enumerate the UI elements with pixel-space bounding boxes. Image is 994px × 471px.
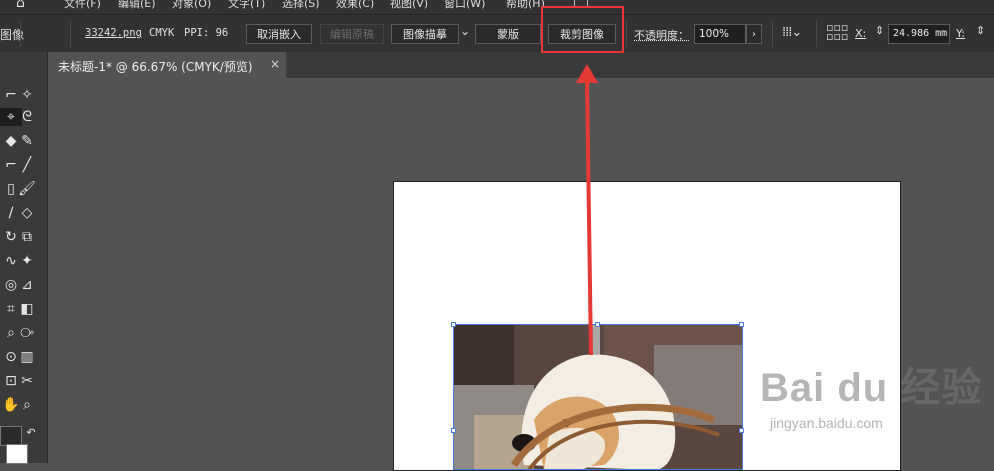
paintbrush-icon[interactable]: 🖌 xyxy=(16,180,38,198)
perspective-grid-icon[interactable]: ⊿ xyxy=(16,276,38,294)
menu-edit[interactable]: 编辑(E) xyxy=(118,0,156,11)
eraser-icon[interactable]: ◇ xyxy=(16,204,38,222)
slice-tool-icon[interactable]: ✂ xyxy=(16,372,38,390)
resize-handle[interactable] xyxy=(451,322,456,327)
annotation-highlight-box xyxy=(541,6,624,53)
control-bar: 图像 33242.png CMYK PPI: 96 取消嵌入 编辑原稿 图像描摹… xyxy=(0,14,994,54)
gradient-icon[interactable]: ◧ xyxy=(16,300,38,318)
document-tab-bar: 未标题-1* @ 66.67% (CMYK/预览) × xyxy=(48,52,994,78)
annotation-arrow xyxy=(576,64,598,356)
color-mode: CMYK xyxy=(149,27,175,39)
zoom-icon[interactable]: ⌕ xyxy=(16,396,38,414)
baidu-watermark: Bai du 经验 jingyan.baidu.com xyxy=(760,355,983,431)
blend-icon[interactable]: ⧂ xyxy=(16,324,38,342)
unembed-button[interactable]: 取消嵌入 xyxy=(246,24,312,44)
x-stepper-icon[interactable]: ⇕ xyxy=(875,24,884,37)
puppet-warp-icon[interactable]: ✦ xyxy=(16,252,38,270)
opacity-field[interactable]: 100% xyxy=(694,24,746,44)
x-label: X: xyxy=(855,27,867,40)
menu-effect[interactable]: 效果(C) xyxy=(336,0,374,11)
x-position-field[interactable]: 24.986 mm xyxy=(888,24,950,44)
menu-view[interactable]: 视图(V) xyxy=(390,0,428,11)
y-stepper-icon[interactable]: ⇕ xyxy=(976,24,985,37)
menu-select[interactable]: 选择(S) xyxy=(282,0,320,11)
magic-wand-icon[interactable]: ✧ xyxy=(16,86,38,104)
stroke-swatch[interactable] xyxy=(6,444,28,464)
document-tab[interactable]: 未标题-1* @ 66.67% (CMYK/预览) × xyxy=(48,52,286,78)
swap-colors-icon[interactable]: ↶ xyxy=(20,424,42,442)
divider xyxy=(816,21,817,47)
linked-filename[interactable]: 33242.png xyxy=(85,27,142,39)
lasso-icon[interactable]: ᘓ xyxy=(16,108,38,126)
align-icon[interactable]: ⁞⁞⁞⌄ xyxy=(782,25,802,40)
curvature-tool-icon[interactable]: ✎ xyxy=(16,132,38,150)
menu-type[interactable]: 文字(T) xyxy=(228,0,265,11)
column-graph-icon[interactable]: ▥ xyxy=(16,348,38,366)
reference-point-icon[interactable]: ▫▫▫ ▫▫▫ xyxy=(826,22,848,42)
menu-bar: ⌂ 文件(F) 编辑(E) 对象(O) 文字(T) 选择(S) 效果(C) 视图… xyxy=(0,0,994,14)
edit-original-button[interactable]: 编辑原稿 xyxy=(320,24,384,44)
opacity-label[interactable]: 不透明度： xyxy=(634,27,689,43)
home-icon[interactable]: ⌂ xyxy=(16,0,34,10)
menu-object[interactable]: 对象(O) xyxy=(172,0,211,11)
y-label: Y: xyxy=(956,27,965,40)
scale-icon[interactable]: ⧉ xyxy=(16,228,38,246)
divider xyxy=(772,21,773,47)
document-tab-title: 未标题-1* @ 66.67% (CMYK/预览) xyxy=(58,60,253,74)
resize-handle[interactable] xyxy=(739,322,744,327)
chevron-right-icon[interactable]: › xyxy=(746,24,762,44)
menu-help[interactable]: 帮助(H) xyxy=(506,0,545,11)
fill-swatch[interactable] xyxy=(0,426,22,446)
menu-window[interactable]: 窗口(W) xyxy=(444,0,485,11)
mask-button[interactable]: 蒙版 xyxy=(475,24,541,44)
divider xyxy=(20,21,21,47)
divider xyxy=(626,21,627,47)
watermark-brand: Bai du 经验 xyxy=(760,366,983,410)
resize-handle[interactable] xyxy=(739,428,744,433)
resize-handle[interactable] xyxy=(451,428,456,433)
close-icon[interactable]: × xyxy=(270,57,280,71)
watermark-url: jingyan.baidu.com xyxy=(770,415,883,431)
divider xyxy=(70,21,71,47)
image-trace-button[interactable]: 图像描摹 xyxy=(391,24,459,44)
tools-panel: ⌐ ✧ ⌖ ᘓ ◆ ✎ ⌐ ╱ ▯ 🖌 ∕ ◇ ↻ ⧉ ∿ ✦ ◎ ⊿ ⌗ ◧ … xyxy=(0,52,48,464)
menu-file[interactable]: 文件(F) xyxy=(64,0,101,11)
line-tool-icon[interactable]: ╱ xyxy=(16,156,38,174)
chevron-down-icon[interactable]: ⌄ xyxy=(460,24,470,38)
ppi-value: PPI: 96 xyxy=(184,27,229,39)
